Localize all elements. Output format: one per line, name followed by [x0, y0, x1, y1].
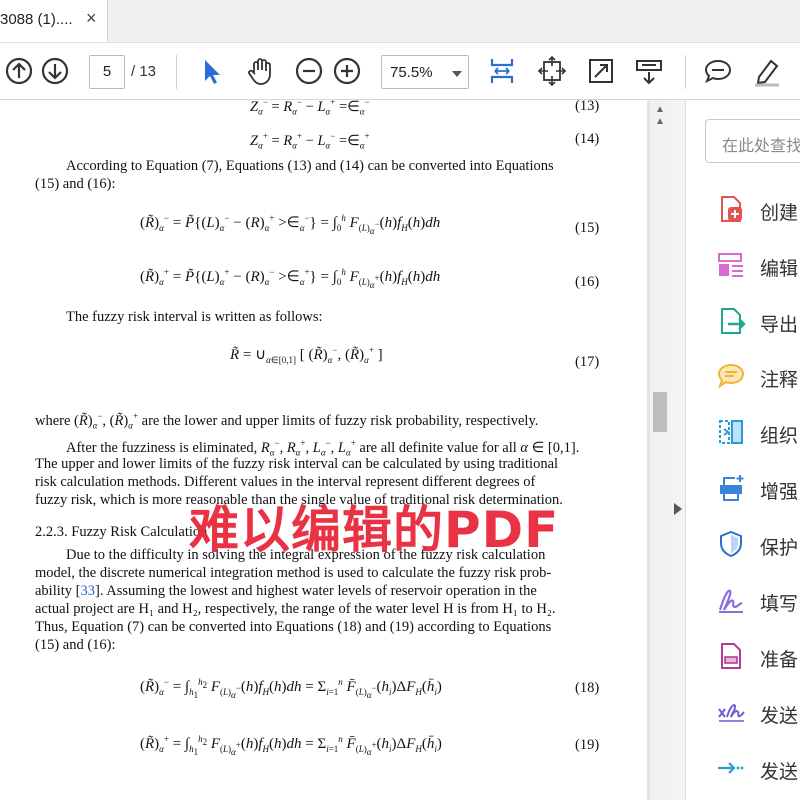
pdf-page: Zα− = Rα− − Lα+ =∈α− (13) Zα+ = Rα+ − Lα…	[0, 100, 647, 800]
page-number-input[interactable]: 5	[89, 55, 125, 89]
tool-fill-sign[interactable]: 填写	[716, 585, 800, 625]
tool-label: 组织	[760, 426, 799, 447]
tool-label: 发送	[760, 762, 799, 783]
toolbar: 5 / 13 75.5%	[0, 42, 800, 100]
chevron-right-icon	[674, 503, 682, 515]
protect-icon	[720, 530, 742, 558]
zoom-select[interactable]: 75.5%	[381, 55, 469, 89]
send-for-signature-icon	[718, 704, 745, 722]
scrollbar-thumb[interactable]	[653, 392, 667, 432]
chevron-down-icon	[452, 71, 462, 77]
tool-send-signature[interactable]: 发送	[716, 697, 800, 737]
send-track-icon	[718, 762, 744, 774]
zoom-out-icon[interactable]	[293, 55, 325, 87]
tool-create[interactable]: 创建	[716, 194, 800, 234]
toolbar-divider	[176, 55, 177, 89]
tool-label: 增强	[760, 482, 799, 503]
close-tab-icon[interactable]: ×	[86, 8, 97, 29]
tool-prepare-form[interactable]: 准备	[716, 641, 800, 681]
equation-number: (13)	[575, 100, 600, 114]
organize-pages-icon	[719, 420, 743, 444]
search-placeholder: 在此处查找	[722, 138, 800, 155]
toolbar-divider	[685, 55, 686, 89]
equation-17: R̃ = ∪α∈[0,1] [ (R̃)α−, (R̃)α+ ]	[230, 345, 383, 365]
scroll-up-icon[interactable]: ▲	[655, 116, 665, 127]
tool-send-track[interactable]: 发送	[716, 753, 800, 793]
enhance-scan-icon	[720, 475, 744, 501]
tab-title: 3088 (1)....	[0, 11, 73, 28]
tool-export[interactable]: 导出	[716, 306, 800, 346]
paragraph-line: The upper and lower limits of the fuzzy …	[35, 456, 559, 472]
highlight-icon[interactable]	[751, 55, 783, 87]
tool-label: 创建	[760, 203, 799, 224]
equation-number: (14)	[575, 131, 600, 147]
search-input[interactable]: 在此处查找	[705, 119, 800, 163]
paragraph-line: ability [33]. Assuming the lowest and hi…	[35, 583, 537, 599]
equation-15: (R̃)α− = P̃{(L)α− − (R)α+ >∈α−} = ∫0h F(…	[140, 213, 441, 236]
create-pdf-icon	[721, 196, 742, 222]
paragraph-line: (15) and (16):	[35, 637, 116, 653]
export-pdf-icon	[721, 308, 746, 334]
equation-number: (16)	[575, 274, 600, 290]
tools-panel: 在此处查找 创建 编辑 导出 注释 组织 增强 保护 填写 准备 发送 发送	[686, 100, 800, 800]
fill-sign-icon	[718, 589, 743, 613]
equation-14: Zα+ = Rα+ − Lα− =∈α+	[250, 131, 370, 151]
equation-18: (R̃)α− = ∫h1h2 F(L)α−(h)fH(h)dh = Σi=1n …	[140, 677, 442, 700]
comment-icon[interactable]	[702, 55, 734, 87]
paragraph-line: Thus, Equation (7) can be converted into…	[35, 619, 552, 635]
prev-page-icon[interactable]	[3, 55, 35, 87]
paragraph-line: model, the discrete numerical integratio…	[35, 565, 552, 581]
paragraph-line: actual project are H₁ and H₂, respective…	[35, 601, 556, 617]
page-total: / 13	[131, 63, 157, 80]
paragraph-line: According to Equation (7), Equations (13…	[66, 158, 554, 174]
panel-toggle[interactable]	[670, 100, 686, 800]
prepare-form-icon	[721, 643, 741, 669]
paragraph-line: After the fuzziness is eliminated, Rα−, …	[66, 438, 580, 458]
equation-19: (R̃)α+ = ∫h1h2 F(L)α+(h)fH(h)dh = Σi=1n …	[140, 734, 442, 757]
watermark-text: 难以编辑的PDF	[189, 501, 560, 559]
equation-number: (18)	[575, 680, 600, 696]
tool-label: 准备	[760, 650, 799, 671]
read-mode-icon[interactable]	[633, 55, 665, 87]
tool-label: 编辑	[760, 259, 799, 280]
paragraph-line: where (R̃)α−, (R̃)α+ are the lower and u…	[35, 411, 539, 431]
document-viewport[interactable]: Zα− = Rα− − Lα+ =∈α− (13) Zα+ = Rα+ − Lα…	[0, 100, 670, 800]
equation-13: Zα− = Rα− − Lα+ =∈α−	[250, 100, 370, 117]
equation-16: (R̃)α+ = P̃{(L)α+ − (R)α− >∈α+} = ∫0h F(…	[140, 267, 441, 290]
hand-tool-icon[interactable]	[244, 55, 276, 87]
section-heading: 2.2.3. Fuzzy Risk Calculation	[35, 524, 208, 540]
edit-pdf-icon	[718, 253, 743, 277]
select-cursor-icon[interactable]	[196, 55, 228, 87]
full-screen-icon[interactable]	[585, 55, 617, 87]
tool-edit[interactable]: 编辑	[716, 250, 800, 290]
fit-page-icon[interactable]	[486, 55, 518, 87]
zoom-in-icon[interactable]	[331, 55, 363, 87]
next-page-icon[interactable]	[39, 55, 71, 87]
document-tab[interactable]: 3088 (1).... ×	[0, 0, 108, 42]
tool-label: 导出	[760, 315, 799, 336]
zoom-value: 75.5%	[390, 64, 433, 81]
tool-organize[interactable]: 组织	[716, 417, 800, 457]
tool-enhance[interactable]: 增强	[716, 473, 800, 513]
paragraph-line: (15) and (16):	[35, 176, 116, 192]
tool-label: 填写	[760, 594, 799, 615]
tool-comment[interactable]: 注释	[716, 361, 800, 401]
tool-label: 发送	[760, 706, 799, 727]
citation-link[interactable]: 33	[81, 583, 96, 599]
paragraph-line: The fuzzy risk interval is written as fo…	[66, 309, 323, 325]
tool-protect[interactable]: 保护	[716, 529, 800, 569]
scroll-up-icon[interactable]: ▲	[655, 104, 665, 115]
tool-label: 保护	[760, 538, 799, 559]
equation-number: (17)	[575, 354, 600, 370]
tool-label: 注释	[760, 370, 799, 391]
comment-tool-icon	[717, 363, 745, 389]
equation-number: (19)	[575, 737, 600, 753]
paragraph-line: risk calculation methods. Different valu…	[35, 474, 536, 490]
vertical-scrollbar[interactable]: ▲ ▲	[650, 100, 670, 800]
rotate-icon[interactable]	[536, 55, 568, 87]
equation-number: (15)	[575, 220, 600, 236]
tab-bar: 3088 (1).... ×	[0, 0, 800, 42]
